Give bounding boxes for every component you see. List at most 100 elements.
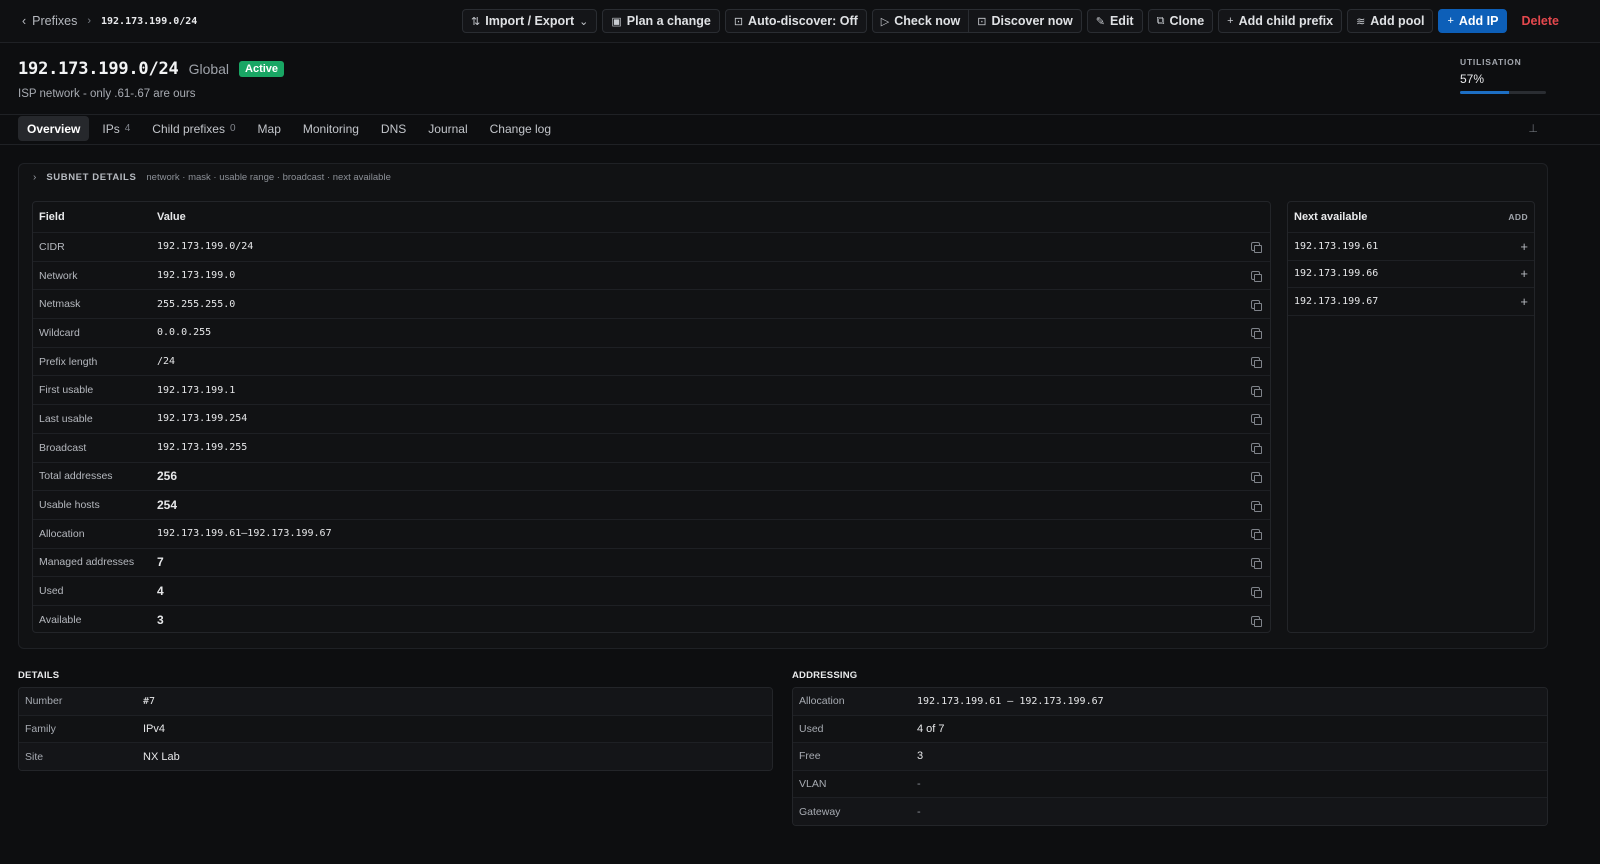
copy-icon[interactable] xyxy=(1251,500,1262,512)
copy-icon[interactable] xyxy=(1251,557,1262,569)
chevron-right-icon[interactable]: › xyxy=(33,172,36,183)
field-value: 192.173.199.255 xyxy=(157,442,248,454)
copy-icon[interactable] xyxy=(1251,529,1262,541)
import-export-button[interactable]: ⇅ Import / Export ⌄ xyxy=(462,9,598,33)
tab-count-badge: 0 xyxy=(229,123,236,134)
tab-list: Overview IPs 4 Child prefixes 0 Map Monitoring… xyxy=(18,116,560,141)
copy-icon[interactable] xyxy=(1251,586,1262,598)
utilisation-value: 57% xyxy=(1460,72,1485,86)
field-value: 3 xyxy=(917,750,924,763)
copy-icon[interactable] xyxy=(1251,385,1262,397)
tab-change-log[interactable]: Change log xyxy=(481,116,560,141)
next-available-title: Next available xyxy=(1294,211,1368,223)
copy-icon[interactable] xyxy=(1251,414,1262,426)
table-row: Allocation 192.173.199.61 – 192.173.199.6… xyxy=(793,688,1547,716)
tab-label: Child prefixes xyxy=(152,121,225,136)
tab-map[interactable]: Map xyxy=(249,116,290,141)
copy-icon[interactable] xyxy=(1251,471,1262,483)
subnet-details-subtitle: network · mask · usable range · broadcas… xyxy=(146,172,391,183)
table-row: Number #7 xyxy=(19,688,772,716)
scan-icon: ⊡ xyxy=(733,15,744,28)
field-name: First usable xyxy=(39,384,94,397)
field-value: IPv4 xyxy=(143,722,166,735)
layers-icon: ≋ xyxy=(1356,15,1366,28)
tab-label: Overview xyxy=(27,121,81,136)
table-row: Gateway - xyxy=(793,798,1547,825)
clone-button[interactable]: ⧉ Clone xyxy=(1147,9,1214,33)
tab-monitoring[interactable]: Monitoring xyxy=(294,116,368,141)
chevron-down-icon: ⌄ xyxy=(579,15,589,28)
plus-icon: + xyxy=(1447,15,1454,27)
addressing-card: Allocation 192.173.199.61 – 192.173.199.6… xyxy=(792,687,1548,826)
tab-dns[interactable]: DNS xyxy=(372,116,415,141)
field-name: Number xyxy=(25,695,63,708)
status-badge: Active xyxy=(239,61,285,77)
table-row: Used 4 xyxy=(33,577,1270,606)
check-now-button[interactable]: ▷ Check now xyxy=(873,10,968,32)
field-value: 4 xyxy=(157,584,164,599)
plus-icon[interactable]: + xyxy=(1520,239,1528,254)
details-card: Number #7 Family IPv4 Site NX Lab xyxy=(18,687,773,771)
edit-button[interactable]: ✎ Edit xyxy=(1086,9,1143,33)
plus-icon[interactable]: + xyxy=(1520,266,1528,281)
tab-label: Map xyxy=(257,121,281,136)
copy-icon: ⧉ xyxy=(1156,14,1165,27)
table-row: First usable 192.173.199.1 xyxy=(33,376,1270,406)
table-row: Usable hosts 254 xyxy=(33,491,1270,520)
copy-icon[interactable] xyxy=(1251,328,1262,340)
field-value: 4 of 7 xyxy=(917,722,945,735)
field-name: Broadcast xyxy=(39,441,87,454)
copy-icon[interactable] xyxy=(1251,299,1262,311)
next-available-header: Next available ADD xyxy=(1288,202,1534,233)
tab-child-prefixes[interactable]: Child prefixes 0 xyxy=(143,116,244,141)
next-available-add-button[interactable]: ADD xyxy=(1508,212,1528,222)
field-name: Total addresses xyxy=(39,470,113,483)
auto-discover-button[interactable]: ⊡ Auto-discover: Off xyxy=(724,9,867,33)
field-name: Site xyxy=(25,750,44,763)
add-child-prefix-button[interactable]: + Add child prefix xyxy=(1218,9,1343,33)
field-value: 3 xyxy=(157,613,164,628)
copy-icon[interactable] xyxy=(1251,357,1262,369)
field-name: CIDR xyxy=(39,240,65,253)
field-name: Free xyxy=(799,750,821,763)
breadcrumb: ‹ Prefixes › 192.173.199.0/24 xyxy=(22,14,197,28)
copy-icon[interactable] xyxy=(1251,443,1262,455)
field-value: 192.173.199.1 xyxy=(157,384,236,396)
table-header-row: Field Value xyxy=(33,202,1270,233)
add-ip-button[interactable]: + Add IP xyxy=(1438,9,1508,33)
utilisation-label: UTILISATION xyxy=(1460,57,1522,67)
plus-icon: + xyxy=(1227,15,1234,27)
breadcrumb-prefixes-link[interactable]: ‹ Prefixes xyxy=(22,14,77,28)
play-icon: ▷ xyxy=(880,15,890,28)
field-value: 192.173.199.0 xyxy=(157,270,236,282)
tab-label: Change log xyxy=(489,121,552,136)
pin-icon[interactable]: ⊥ xyxy=(1528,122,1538,135)
table-row: Free 3 xyxy=(793,743,1547,771)
next-available-panel: Next available ADD 192.173.199.61 +192.17… xyxy=(1287,201,1535,633)
subnet-details-header[interactable]: › SUBNET DETAILS network · mask · usable… xyxy=(33,172,391,183)
plan-change-button[interactable]: ▣ Plan a change xyxy=(602,9,720,33)
next-available-ip: 192.173.199.66 xyxy=(1294,268,1379,280)
addressing-section-title: ADDRESSING xyxy=(792,670,858,681)
copy-icon[interactable] xyxy=(1251,242,1262,254)
field-value: 7 xyxy=(157,555,164,570)
subnet-details-panel: › SUBNET DETAILS network · mask · usable… xyxy=(18,163,1548,649)
discover-now-button[interactable]: ⊡ Discover now xyxy=(968,10,1081,32)
field-name: Used xyxy=(39,585,64,598)
scan-icon: ⊡ xyxy=(977,15,987,28)
details-section-title: DETAILS xyxy=(18,670,60,681)
add-pool-button[interactable]: ≋ Add pool xyxy=(1347,9,1434,33)
tab-ips[interactable]: IPs 4 xyxy=(93,116,139,141)
delete-button[interactable]: Delete xyxy=(1512,9,1568,33)
tab-overview[interactable]: Overview xyxy=(18,116,90,141)
utilisation-widget: UTILISATION 57% xyxy=(1460,57,1548,94)
plus-icon[interactable]: + xyxy=(1520,294,1528,309)
field-value: 192.173.199.0/24 xyxy=(157,241,254,253)
field-name: Netmask xyxy=(39,298,81,311)
field-name: Wildcard xyxy=(39,326,80,339)
copy-icon[interactable] xyxy=(1251,615,1262,627)
sort-arrows-icon: ⇅ xyxy=(471,15,481,28)
copy-icon[interactable] xyxy=(1251,271,1262,283)
tab-journal[interactable]: Journal xyxy=(419,116,476,141)
tab-label: Journal xyxy=(428,121,468,136)
